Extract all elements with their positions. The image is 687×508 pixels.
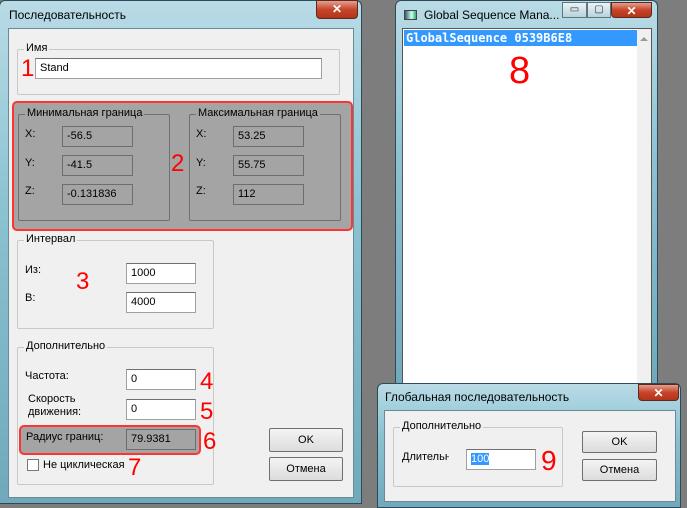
rarity-label: Частота: bbox=[25, 370, 69, 382]
max-bounds-label: Максимальная граница bbox=[196, 107, 320, 119]
annotation-7: 7 bbox=[128, 454, 142, 481]
min-bounds-label: Минимальная граница bbox=[25, 107, 145, 119]
radius-field: 79.9381 bbox=[126, 429, 196, 450]
speed-input[interactable]: 0 bbox=[126, 399, 196, 420]
list-item[interactable]: GlobalSequence 0539B6E8 bbox=[404, 30, 637, 46]
to-input[interactable]: 4000 bbox=[126, 292, 196, 313]
min-x-label: X: bbox=[25, 128, 36, 140]
max-x-label: X: bbox=[196, 128, 207, 140]
duration-input[interactable]: 100 bbox=[466, 449, 536, 470]
global-dialog-close-button[interactable]: ✕ bbox=[638, 384, 679, 401]
ok-button[interactable]: OK bbox=[269, 428, 343, 452]
scroll-up-icon[interactable] bbox=[640, 37, 648, 41]
max-y-label: Y: bbox=[196, 157, 206, 169]
annotation-9: 9 bbox=[541, 445, 557, 476]
cancel-button[interactable]: Отмена bbox=[269, 457, 343, 481]
dialog-title: Последовательность bbox=[9, 8, 126, 22]
manager-title: Global Sequence Mana... bbox=[424, 8, 560, 22]
global-ok-button[interactable]: OK bbox=[582, 431, 657, 453]
name-input[interactable]: Stand bbox=[35, 58, 322, 79]
to-label: В: bbox=[25, 292, 36, 304]
extra-label: Дополнительно bbox=[24, 340, 108, 352]
nonlooping-label[interactable]: Не циклическая bbox=[43, 459, 125, 471]
scrollbar[interactable] bbox=[637, 29, 651, 385]
speed-label: Скорость движения: bbox=[28, 393, 82, 418]
from-input[interactable]: 1000 bbox=[126, 263, 196, 284]
close-button[interactable]: ✕ bbox=[316, 0, 358, 19]
name-group-label: Имя bbox=[24, 42, 50, 54]
app-icon bbox=[404, 10, 417, 20]
annotation-5: 5 bbox=[200, 398, 214, 425]
interval-label: Интервал bbox=[24, 233, 78, 245]
max-x-field: 53.25 bbox=[233, 126, 304, 147]
max-z-field: 112 bbox=[233, 184, 304, 205]
rarity-input[interactable]: 0 bbox=[126, 369, 196, 390]
interval-group: Интервал bbox=[17, 233, 214, 329]
annotation-2: 2 bbox=[171, 150, 185, 177]
min-x-field: -56.5 bbox=[62, 126, 133, 147]
min-y-field: -41.5 bbox=[62, 155, 133, 176]
annotation-1: 1 bbox=[21, 55, 35, 82]
min-z-field: -0.131836 bbox=[62, 184, 133, 205]
minimize-button[interactable]: ▭ bbox=[562, 2, 587, 18]
annotation-6: 6 bbox=[203, 428, 217, 455]
annotation-3: 3 bbox=[76, 268, 90, 295]
min-y-label: Y: bbox=[25, 157, 35, 169]
duration-label: Длительн bbox=[402, 451, 449, 463]
radius-label: Радиус границ: bbox=[26, 431, 104, 443]
from-label: Из: bbox=[25, 264, 42, 276]
annotation-8: 8 bbox=[509, 50, 531, 92]
global-cancel-button[interactable]: Отмена bbox=[582, 459, 657, 481]
maximize-button[interactable]: ▢ bbox=[587, 2, 611, 18]
manager-close-button[interactable]: ✕ bbox=[611, 2, 652, 18]
list-item-label: GlobalSequence 0539B6E8 bbox=[406, 31, 573, 45]
max-y-field: 55.75 bbox=[233, 155, 304, 176]
max-z-label: Z: bbox=[196, 185, 206, 197]
global-dialog-title: Глобальная последовательность bbox=[385, 390, 570, 404]
duration-group-label: Дополнительно bbox=[400, 420, 484, 432]
annotation-4: 4 bbox=[200, 368, 214, 395]
duration-value: 100 bbox=[471, 453, 490, 465]
min-z-label: Z: bbox=[25, 185, 35, 197]
nonlooping-checkbox[interactable] bbox=[27, 459, 39, 471]
